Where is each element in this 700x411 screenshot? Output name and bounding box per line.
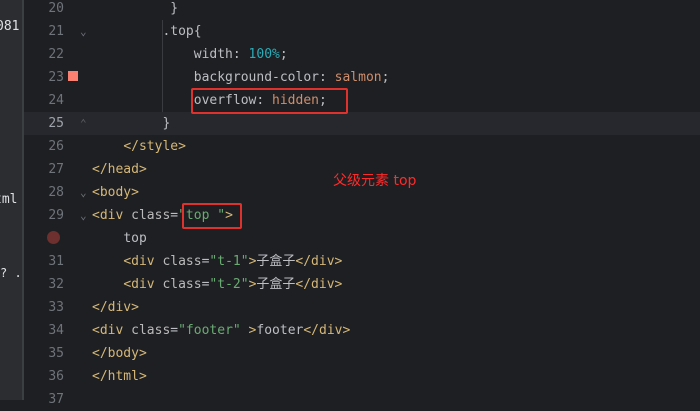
attribute-value: "t-2" — [209, 277, 249, 292]
line-number: 29 — [48, 208, 64, 223]
code-line[interactable]: </div> — [92, 296, 700, 319]
code-line[interactable]: } — [92, 0, 700, 20]
line-number: 36 — [48, 369, 64, 384]
html-tag: </head> — [92, 162, 147, 177]
line-number: 33 — [48, 300, 64, 315]
code-line[interactable]: <div class="t-1">子盒子</div> — [92, 250, 700, 273]
html-tag: </html> — [92, 369, 147, 384]
html-attribute: class — [162, 277, 202, 292]
css-selector: .top — [162, 24, 194, 39]
css-value: 100% — [248, 47, 280, 62]
html-tag: </body> — [92, 346, 147, 361]
highlight-box-overflow — [191, 88, 348, 114]
equals: = — [170, 323, 179, 338]
project-panel-edge[interactable]: 081 tml ? .h — [0, 0, 24, 400]
code-line[interactable]: background-color: salmon; — [92, 66, 700, 89]
brace: } — [162, 116, 171, 131]
html-tag: <div — [123, 254, 163, 269]
line-number: 34 — [48, 323, 64, 338]
project-file-fragment[interactable]: ? .h — [0, 266, 24, 280]
project-file-fragment[interactable]: tml — [0, 192, 17, 207]
code-line[interactable] — [92, 388, 700, 400]
line-number: 35 — [48, 346, 64, 361]
code-line[interactable]: </body> — [92, 342, 700, 365]
html-tag: > — [240, 323, 257, 338]
brace: } — [170, 1, 179, 16]
css-property: background-color — [193, 70, 319, 85]
code-line[interactable]: overflow: hidden; — [92, 89, 700, 112]
line-number: 28 — [48, 185, 64, 200]
line-number: 21 — [48, 24, 64, 39]
code-line-current[interactable]: } — [92, 112, 700, 135]
color-swatch-icon[interactable] — [68, 71, 78, 81]
annotation-label: 父级元素 top — [333, 173, 417, 189]
html-tag: </div> — [295, 277, 343, 292]
semicolon: ; — [381, 70, 390, 85]
html-tag: </style> — [123, 139, 186, 154]
code-line[interactable]: .top{ — [92, 20, 700, 43]
text-content: top — [123, 231, 147, 246]
code-editor[interactable]: } .top{ width: 100%; background-color: s… — [92, 0, 700, 400]
html-attribute: class — [162, 254, 202, 269]
html-tag: <div — [123, 277, 163, 292]
fold-chevron-icon[interactable]: ⌄ — [80, 20, 87, 43]
attribute-value: "t-1" — [209, 254, 249, 269]
line-number: 22 — [48, 47, 64, 62]
fold-chevron-icon[interactable]: ⌄ — [80, 204, 87, 227]
text-content: 子盒子 — [256, 277, 296, 292]
code-line[interactable]: <div class="footer" >footer</div> — [92, 319, 700, 342]
text-content: 子盒子 — [256, 254, 296, 269]
brace: { — [193, 24, 202, 39]
semicolon: ; — [279, 47, 288, 62]
code-line[interactable]: </style> — [92, 135, 700, 158]
line-number: 31 — [48, 254, 64, 269]
colon: : — [232, 47, 249, 62]
text-content: footer — [256, 323, 304, 338]
line-number: 26 — [48, 139, 64, 154]
code-line[interactable]: <div class="t-2">子盒子</div> — [92, 273, 700, 296]
fold-end-icon[interactable]: ⌃ — [80, 112, 87, 135]
line-number: 32 — [48, 277, 64, 292]
breakpoint-icon[interactable] — [47, 231, 60, 244]
colon: : — [318, 70, 335, 85]
fold-chevron-icon[interactable]: ⌄ — [80, 181, 87, 204]
html-tag: </div> — [295, 254, 343, 269]
project-file-fragment[interactable]: 081 — [0, 19, 19, 34]
html-tag: </div> — [92, 300, 139, 315]
html-tag: <div — [92, 323, 132, 338]
line-number: 23 — [48, 70, 64, 85]
html-attribute: class — [131, 323, 171, 338]
html-tag: <body> — [92, 185, 139, 200]
html-tag: </div> — [303, 323, 351, 338]
equals: = — [170, 208, 179, 223]
line-number: 27 — [48, 162, 64, 177]
code-line[interactable]: width: 100%; — [92, 43, 700, 66]
css-property: width — [193, 47, 233, 62]
line-number: 20 — [48, 1, 64, 16]
html-attribute: class — [131, 208, 171, 223]
html-tag: <div — [92, 208, 132, 223]
css-value: salmon — [334, 70, 382, 85]
line-number: 24 — [48, 93, 64, 108]
code-line[interactable]: top — [92, 227, 700, 250]
code-line[interactable]: </html> — [92, 365, 700, 388]
attribute-value: "footer" — [178, 323, 241, 338]
highlight-box-class-top — [182, 203, 242, 229]
